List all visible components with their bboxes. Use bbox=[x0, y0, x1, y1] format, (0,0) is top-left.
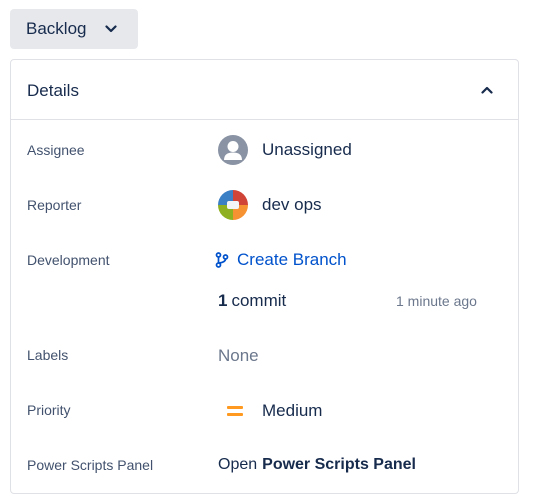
status-dropdown-button[interactable]: Backlog bbox=[10, 9, 138, 49]
commit-summary[interactable]: 1 commit bbox=[218, 291, 286, 311]
assignee-value: Unassigned bbox=[262, 140, 352, 159]
avatar bbox=[218, 190, 248, 220]
power-scripts-field[interactable]: Open Power Scripts Panel bbox=[218, 456, 416, 474]
priority-label: Priority bbox=[27, 402, 71, 418]
assignee-label: Assignee bbox=[27, 142, 85, 158]
branch-icon bbox=[215, 252, 229, 268]
commit-word: commit bbox=[231, 291, 287, 310]
assignee-field[interactable]: Unassigned bbox=[218, 135, 352, 165]
reporter-value: dev ops bbox=[262, 195, 322, 214]
chevron-up-icon[interactable] bbox=[477, 80, 497, 100]
labels-value: None bbox=[218, 346, 259, 365]
status-label: Backlog bbox=[26, 19, 87, 38]
user-icon bbox=[224, 141, 242, 160]
labels-label: Labels bbox=[27, 347, 69, 363]
details-title: Details bbox=[27, 81, 79, 100]
reporter-field[interactable]: dev ops bbox=[218, 190, 322, 220]
priority-field[interactable]: Medium bbox=[227, 401, 322, 421]
details-panel-header[interactable]: Details bbox=[11, 60, 518, 120]
development-label: Development bbox=[27, 252, 110, 268]
commit-time: 1 minute ago bbox=[396, 293, 477, 309]
details-panel: Details Assignee Unassigned Reporter dev… bbox=[10, 59, 519, 494]
priority-value: Medium bbox=[262, 401, 323, 420]
avatar bbox=[218, 135, 248, 165]
labels-field[interactable]: None bbox=[218, 346, 259, 366]
power-scripts-prefix: Open bbox=[218, 456, 258, 473]
commit-count: 1 bbox=[218, 291, 228, 310]
chevron-down-icon bbox=[104, 22, 118, 36]
create-branch-label: Create Branch bbox=[237, 250, 347, 269]
priority-medium-icon bbox=[227, 405, 243, 417]
issue-sidebar: Backlog Details Assignee Unassigned Repo… bbox=[0, 0, 546, 502]
power-scripts-link[interactable]: Power Scripts Panel bbox=[262, 456, 416, 474]
create-branch-link[interactable]: Create Branch bbox=[215, 250, 347, 270]
reporter-label: Reporter bbox=[27, 197, 82, 213]
power-scripts-label: Power Scripts Panel bbox=[27, 457, 154, 473]
